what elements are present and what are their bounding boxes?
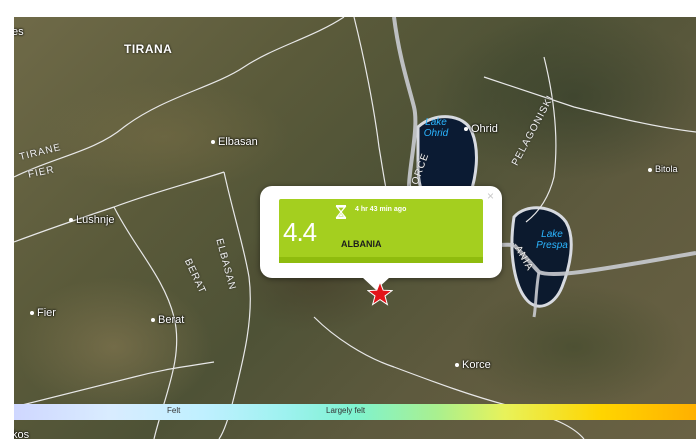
city-dot-icon: [455, 363, 459, 368]
time-ago-text: 4 hr 43 min ago: [355, 206, 407, 213]
card-bottom-strip: [279, 257, 483, 263]
city-dot-icon: [30, 311, 34, 316]
city-label-fier: Fier: [30, 307, 56, 319]
earthquake-card[interactable]: 4.4 4 hr 43 min ago ALBANIA: [279, 199, 483, 263]
magnitude-value: 4.4: [283, 217, 317, 247]
city-dot-icon: [648, 167, 652, 172]
edge-label-top-left: es: [14, 26, 24, 38]
lake-label-prespa: Lake Prespa: [536, 229, 568, 251]
region-line: [14, 171, 225, 243]
region-line: [218, 171, 251, 439]
scale-label-felt: Felt: [167, 406, 181, 415]
region-line: [14, 17, 345, 178]
region-line: [483, 76, 696, 133]
city-label-korce: Korce: [455, 359, 491, 371]
city-label-lushnje: Lushnje: [69, 214, 115, 226]
place-name: ALBANIA: [341, 239, 382, 249]
hourglass-icon: [335, 205, 347, 224]
region-line: [14, 361, 215, 408]
region-line: [313, 316, 585, 439]
edge-label-bottom-left: kos: [14, 429, 30, 439]
city-dot-icon: [69, 218, 73, 223]
city-dot-icon: [464, 127, 468, 132]
city-label-bitola: Bitola: [648, 164, 678, 174]
lake-label-ohrid: Lake Ohrid: [423, 117, 449, 139]
intensity-scale: Felt Largely felt: [14, 404, 696, 420]
city-label-ohrid: Ohrid: [464, 123, 498, 135]
city-dot-icon: [151, 318, 155, 323]
city-label-tirana: TIRANA: [124, 42, 173, 56]
city-dot-icon: [211, 140, 215, 145]
scale-label-largely-felt: Largely felt: [326, 406, 366, 415]
close-icon[interactable]: ×: [487, 189, 494, 203]
earthquake-popup[interactable]: × 4.4 4 hr 43 min ago ALBANIA: [260, 186, 502, 278]
region-line: [353, 17, 390, 203]
city-label-elbasan: Elbasan: [211, 136, 258, 148]
star-icon[interactable]: [366, 280, 394, 311]
city-label-berat: Berat: [151, 314, 184, 326]
